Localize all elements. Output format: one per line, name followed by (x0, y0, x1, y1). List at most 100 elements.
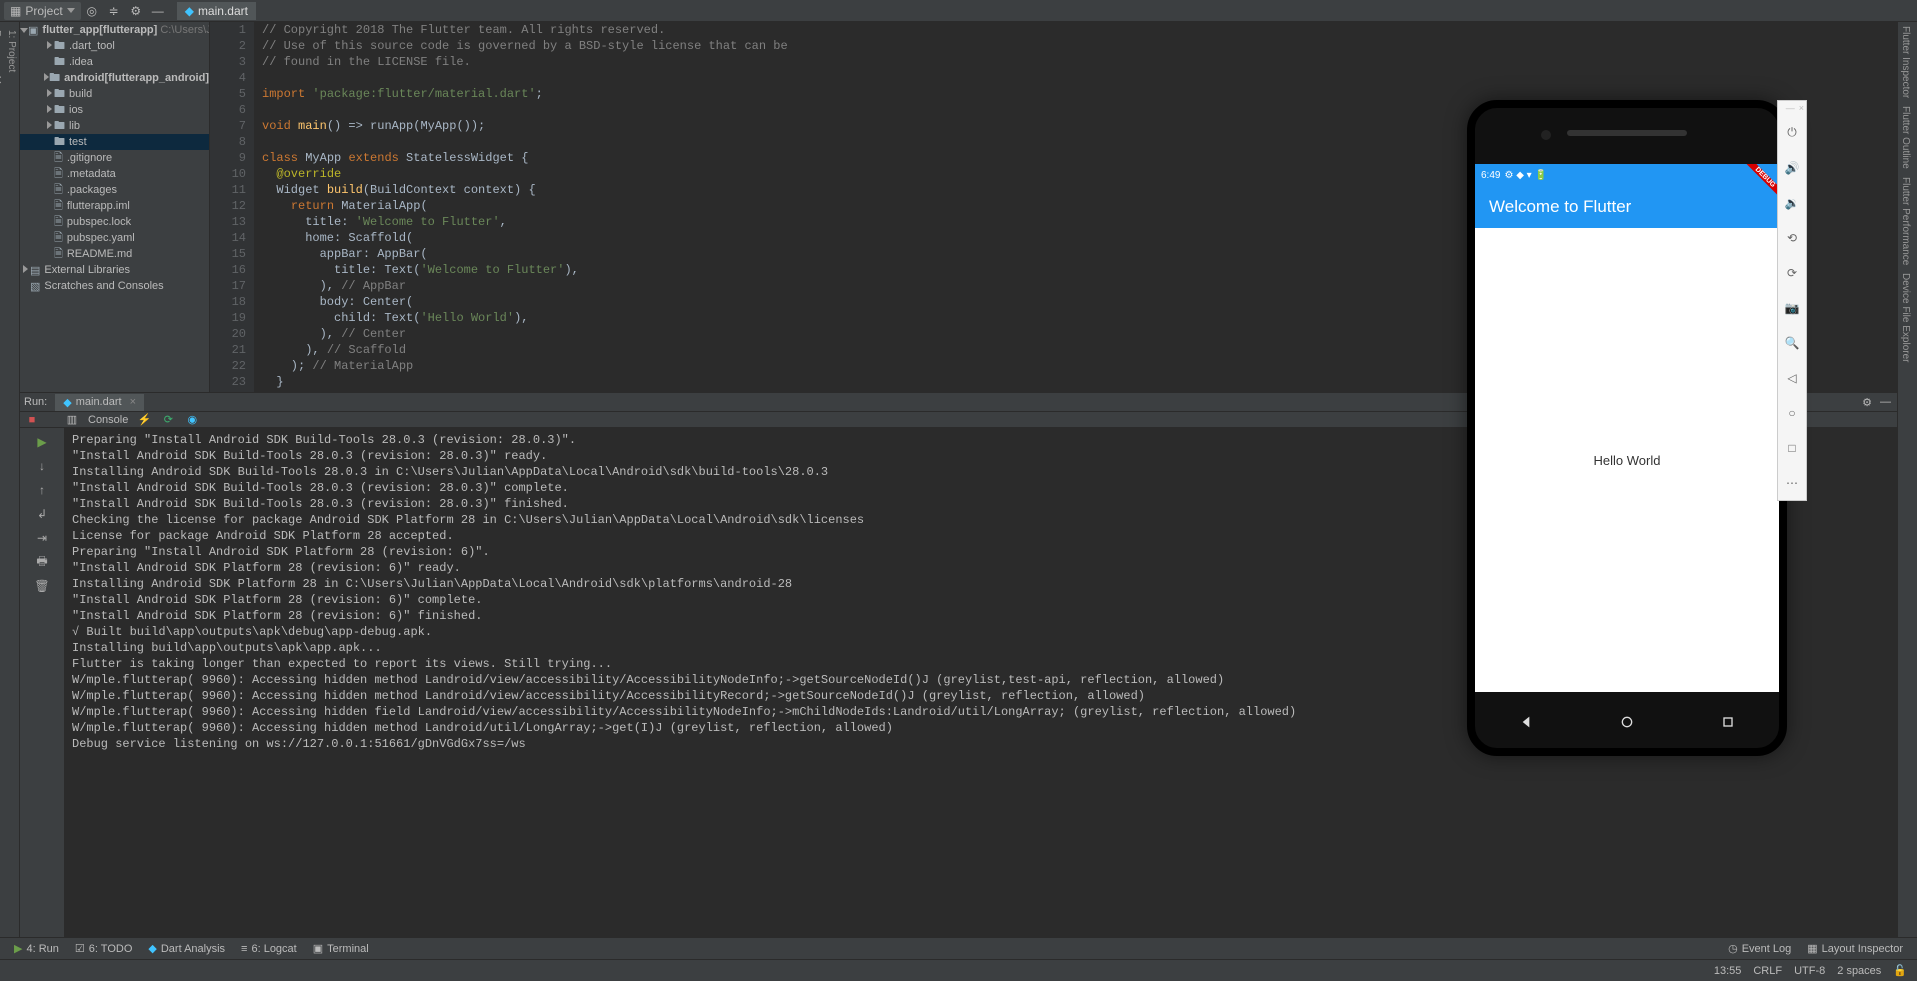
readonly-icon[interactable]: 🔓 (1893, 964, 1907, 977)
status-bar: 13:55 CRLF UTF-8 2 spaces 🔓 (0, 959, 1917, 981)
tree-label: test (69, 136, 87, 148)
event-log-button[interactable]: ◷Event Log (1720, 940, 1799, 957)
emu-power-icon[interactable]: ⏻ (1778, 115, 1806, 150)
emulator-screen[interactable]: 6:49 ⚙ ◆ ▾ 🔋 Welcome to Flutter Hello Wo… (1475, 164, 1779, 692)
tree-item[interactable]: 🖿lib (20, 118, 209, 134)
tree-item[interactable]: 🗎pubspec.yaml (20, 230, 209, 246)
file-encoding[interactable]: UTF-8 (1794, 965, 1825, 977)
tree-item[interactable]: 🖿android [flutterapp_android] (20, 70, 209, 86)
emu-volume-down-icon[interactable]: 🔉 (1778, 185, 1806, 220)
emu-close-icon[interactable]: × (1799, 103, 1804, 113)
scratch-icon: ▧ (30, 280, 40, 293)
project-selector[interactable]: ▦ Project (4, 2, 81, 20)
tree-item[interactable]: 🗎flutterapp.iml (20, 198, 209, 214)
tree-label: lib (69, 120, 80, 132)
tree-item[interactable]: 🗎 README.md (20, 246, 209, 262)
minimize-icon[interactable]: — (151, 4, 165, 18)
debug-banner (1731, 164, 1781, 214)
filter-icon[interactable]: ≑ (107, 4, 121, 18)
root-name: flutter_app (42, 24, 99, 36)
tree-label: README.md (67, 248, 132, 260)
down-icon[interactable]: ↓ (32, 456, 52, 476)
emu-minimize-icon[interactable]: — (1786, 103, 1795, 113)
clear-icon[interactable]: 🗑 (32, 576, 52, 596)
tree-item[interactable]: 🗎pubspec.lock (20, 214, 209, 230)
editor-tab-main[interactable]: ◆ main.dart (177, 2, 256, 20)
run-tool-button[interactable]: ▶4: Run (6, 940, 67, 957)
hot-reload-icon[interactable]: ⚡ (136, 413, 152, 427)
emu-rotate-left-icon[interactable]: ⟲ (1778, 220, 1806, 255)
tool-device-file-explorer[interactable]: Device File Explorer (1898, 269, 1913, 366)
tree-label: .dart_tool (69, 40, 115, 52)
devtools-icon[interactable]: ◉ (184, 413, 200, 427)
print-icon[interactable]: 🖶 (32, 552, 52, 572)
tree-label: .gitignore (67, 152, 112, 164)
terminal-button[interactable]: ▣Terminal (305, 940, 377, 957)
project-tree[interactable]: ▣ flutter_app [flutterapp] C:\Users\Juli… (20, 22, 210, 392)
tree-label: pubspec.lock (67, 216, 131, 228)
nav-home-icon[interactable] (1619, 714, 1635, 730)
tool-flutter-outline[interactable]: Flutter Outline (1898, 102, 1913, 173)
close-icon[interactable]: × (130, 396, 136, 408)
indent[interactable]: 2 spaces (1837, 965, 1881, 977)
tree-label: android (64, 72, 104, 84)
minimize-icon[interactable]: — (1880, 396, 1891, 409)
notification-icons: ⚙ ◆ ▾ 🔋 (1504, 170, 1546, 181)
gear-icon[interactable]: ⚙ (129, 4, 143, 18)
hot-restart-icon[interactable]: ⟳ (160, 413, 176, 427)
emu-home-icon[interactable]: ○ (1778, 395, 1806, 430)
tree-item[interactable]: 🖿.dart_tool (20, 38, 209, 54)
file-icon: 🗎 (54, 245, 63, 264)
run-tab[interactable]: ◆ main.dart × (55, 394, 144, 411)
layout-inspector-button[interactable]: ▦Layout Inspector (1799, 940, 1911, 957)
console-label: Console (88, 414, 128, 426)
emu-screenshot-icon[interactable]: 📷 (1778, 290, 1806, 325)
tree-item[interactable]: 🗎.metadata (20, 166, 209, 182)
emu-volume-up-icon[interactable]: 🔊 (1778, 150, 1806, 185)
nav-recents-icon[interactable] (1720, 714, 1736, 730)
tree-scratches[interactable]: ▧ Scratches and Consoles (20, 278, 209, 294)
emu-rotate-right-icon[interactable]: ⟳ (1778, 255, 1806, 290)
hello-text: Hello World (1594, 453, 1661, 468)
stop-button[interactable]: ■ (24, 413, 40, 427)
dart-icon: ◆ (63, 396, 71, 409)
tree-label: ios (69, 104, 83, 116)
tree-item[interactable]: 🖿ios (20, 102, 209, 118)
emu-zoom-icon[interactable]: 🔍 (1778, 325, 1806, 360)
logcat-button[interactable]: ≡6: Logcat (233, 941, 305, 957)
project-icon: ▦ (10, 4, 21, 18)
tree-external-libraries[interactable]: ▤ External Libraries (20, 262, 209, 278)
console-icon[interactable]: ▥ (64, 413, 80, 427)
emu-overview-icon[interactable]: □ (1778, 430, 1806, 465)
tree-item[interactable]: 🖿test (20, 134, 209, 150)
device-speaker (1567, 130, 1687, 136)
gear-icon[interactable]: ⚙ (1862, 396, 1872, 409)
tree-item[interactable]: 🗎.gitignore (20, 150, 209, 166)
tool-resource-manager[interactable]: Resource Manager (0, 26, 4, 959)
run-label: Run: (24, 396, 47, 408)
emu-back-icon[interactable]: ◁ (1778, 360, 1806, 395)
tree-item[interactable]: 🗎.packages (20, 182, 209, 198)
dart-icon: ◆ (185, 4, 194, 18)
tree-item[interactable]: 🖿build (20, 86, 209, 102)
tree-root[interactable]: ▣ flutter_app [flutterapp] C:\Users\Juli… (20, 22, 209, 38)
emu-more-icon[interactable]: ⋯ (1778, 465, 1806, 500)
line-separator[interactable]: CRLF (1753, 965, 1782, 977)
up-icon[interactable]: ↑ (32, 480, 52, 500)
tool-project[interactable]: 1: Project (4, 26, 19, 959)
todo-tool-button[interactable]: ☑6: TODO (67, 940, 140, 957)
tool-flutter-performance[interactable]: Flutter Performance (1898, 173, 1913, 269)
clock: 6:49 (1481, 170, 1500, 181)
nav-back-icon[interactable] (1518, 714, 1534, 730)
app-title: Welcome to Flutter (1489, 197, 1631, 217)
rerun-icon[interactable]: ▶ (32, 432, 52, 452)
android-emulator[interactable]: 6:49 ⚙ ◆ ▾ 🔋 Welcome to Flutter Hello Wo… (1467, 100, 1787, 756)
target-icon[interactable]: ◎ (85, 4, 99, 18)
tool-flutter-inspector[interactable]: Flutter Inspector (1898, 22, 1913, 102)
soft-wrap-icon[interactable]: ↲ (32, 504, 52, 524)
caret-position[interactable]: 13:55 (1714, 965, 1742, 977)
device-camera (1541, 130, 1551, 140)
tree-label: .packages (67, 184, 117, 196)
dart-analysis-button[interactable]: ◆Dart Analysis (140, 940, 233, 957)
scroll-end-icon[interactable]: ⇥ (32, 528, 52, 548)
